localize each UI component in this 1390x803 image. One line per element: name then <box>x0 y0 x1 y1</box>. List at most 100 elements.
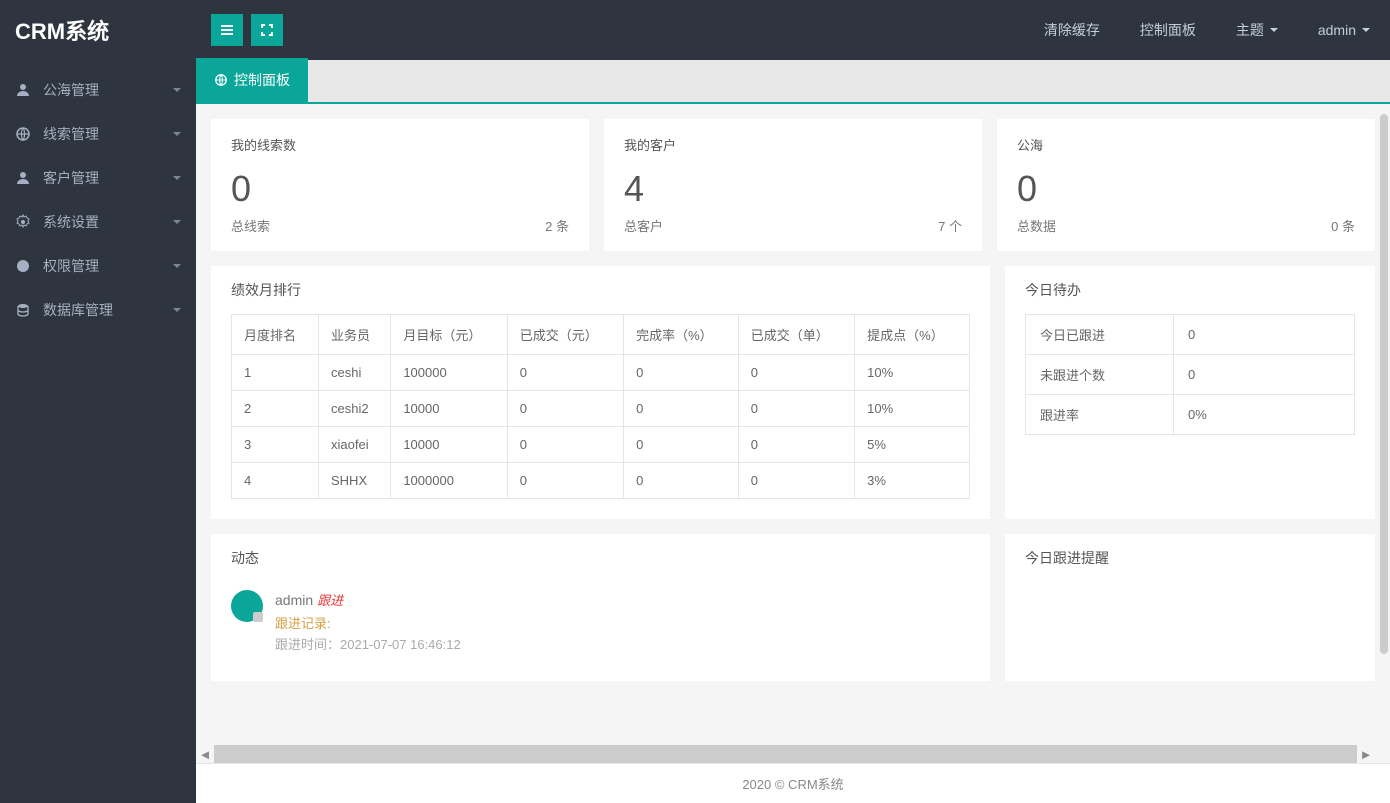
table-cell: 跟进率 <box>1026 395 1174 435</box>
sidebar-item-customers[interactable]: 客户管理 <box>0 156 196 200</box>
activity-time: 跟进时间：2021-07-07 16:46:12 <box>275 634 461 653</box>
caret-down-icon <box>1362 28 1370 32</box>
header: CRM系统 清除缓存 控制面板 主题 admin <box>0 0 1390 60</box>
chevron-down-icon <box>173 220 181 224</box>
table-cell: 0 <box>1174 315 1355 355</box>
database-icon <box>15 302 31 318</box>
table-header: 提成点（%） <box>855 315 970 355</box>
table-cell: 0 <box>738 463 854 499</box>
table-row: 2ceshi21000000010% <box>232 391 970 427</box>
table-header: 已成交（单） <box>738 315 854 355</box>
user-dropdown[interactable]: admin <box>1298 0 1390 60</box>
table-row: 未跟进个数0 <box>1026 355 1355 395</box>
card-title: 我的线索数 <box>231 135 569 154</box>
sidebar-item-permissions[interactable]: 权限管理 <box>0 244 196 288</box>
table-row: 跟进率0% <box>1026 395 1355 435</box>
clear-cache-link[interactable]: 清除缓存 <box>1024 0 1120 60</box>
control-panel-link[interactable]: 控制面板 <box>1120 0 1216 60</box>
stat-foot-label: 总客户 <box>624 216 663 235</box>
stat-foot-label: 总数据 <box>1017 216 1056 235</box>
table-cell: 0 <box>624 427 739 463</box>
avatar <box>231 590 263 622</box>
stat-value: 4 <box>624 168 962 210</box>
todo-table: 今日已跟进0未跟进个数0跟进率0% <box>1025 314 1355 435</box>
content-area: 我的线索数 0 总线索2 条 我的客户 4 总客户7 个 公海 0 总数据0 条 <box>196 104 1390 763</box>
gear-icon <box>15 214 31 230</box>
chevron-down-icon <box>173 132 181 136</box>
table-cell: 0 <box>1174 355 1355 395</box>
table-cell: 今日已跟进 <box>1026 315 1174 355</box>
stat-foot-label: 总线索 <box>231 216 270 235</box>
globe-icon <box>15 126 31 142</box>
scroll-left-icon[interactable]: ◄ <box>196 745 214 763</box>
bars-icon <box>219 22 235 38</box>
table-cell: 0 <box>507 427 623 463</box>
card-title: 公海 <box>1017 135 1355 154</box>
sidebar: 公海管理 线索管理 客户管理 系统设置 权限管理 数据库管理 <box>0 60 196 803</box>
stat-foot-value: 7 个 <box>938 216 962 235</box>
table-row: 3xiaofei100000005% <box>232 427 970 463</box>
globe-icon <box>214 73 228 87</box>
stat-value: 0 <box>1017 168 1355 210</box>
rank-table: 月度排名业务员月目标（元）已成交（元）完成率（%）已成交（单）提成点（%） 1c… <box>231 314 970 499</box>
table-cell: 100000 <box>391 355 507 391</box>
activity-action: 跟进 <box>317 593 343 608</box>
scroll-thumb[interactable] <box>1380 114 1388 654</box>
sidebar-item-settings[interactable]: 系统设置 <box>0 200 196 244</box>
table-header: 已成交（元） <box>507 315 623 355</box>
table-cell: 0 <box>624 391 739 427</box>
table-cell: 1000000 <box>391 463 507 499</box>
chevron-down-icon <box>173 176 181 180</box>
menu-toggle-button[interactable] <box>211 14 243 46</box>
stat-value: 0 <box>231 168 569 210</box>
table-cell: 0 <box>624 355 739 391</box>
table-header: 完成率（%） <box>624 315 739 355</box>
card-title: 我的客户 <box>624 135 962 154</box>
table-cell: ceshi <box>319 355 391 391</box>
logo: CRM系统 <box>0 14 196 46</box>
vertical-scrollbar[interactable] <box>1376 104 1390 763</box>
table-header: 月目标（元） <box>391 315 507 355</box>
table-header: 业务员 <box>319 315 391 355</box>
table-cell: 0 <box>624 463 739 499</box>
sidebar-item-database[interactable]: 数据库管理 <box>0 288 196 332</box>
rank-panel: 绩效月排行 月度排名业务员月目标（元）已成交（元）完成率（%）已成交（单）提成点… <box>211 266 990 519</box>
activity-item: admin 跟进 跟进记录: 跟进时间：2021-07-07 16:46:12 <box>231 582 970 661</box>
sidebar-item-leads[interactable]: 线索管理 <box>0 112 196 156</box>
table-cell: SHHX <box>319 463 391 499</box>
activity-record-label: 跟进记录: <box>275 613 461 632</box>
table-cell: 1 <box>232 355 319 391</box>
table-cell: 0 <box>507 355 623 391</box>
stat-card-customers: 我的客户 4 总客户 7 个 <box>604 119 982 251</box>
table-cell: 3 <box>232 427 319 463</box>
stat-card-leads: 我的线索数 0 总线索 2 条 <box>211 119 589 251</box>
panel-title: 今日跟进提醒 <box>1005 534 1375 582</box>
scroll-track[interactable] <box>214 745 1357 763</box>
table-cell: 0 <box>738 391 854 427</box>
sidebar-item-public-sea[interactable]: 公海管理 <box>0 68 196 112</box>
table-cell: 10% <box>855 391 970 427</box>
activity-user: admin <box>275 592 313 608</box>
table-row: 1ceshi10000000010% <box>232 355 970 391</box>
table-cell: 0% <box>1174 395 1355 435</box>
tabbar: 控制面板 <box>196 60 1390 104</box>
panel-title: 动态 <box>211 534 990 582</box>
table-row: 4SHHX10000000003% <box>232 463 970 499</box>
table-cell: 5% <box>855 427 970 463</box>
table-cell: 0 <box>738 355 854 391</box>
table-row: 今日已跟进0 <box>1026 315 1355 355</box>
fullscreen-button[interactable] <box>251 14 283 46</box>
chevron-down-icon <box>173 264 181 268</box>
table-cell: xiaofei <box>319 427 391 463</box>
person-icon <box>15 170 31 186</box>
footer: 2020 © CRM系统 <box>196 763 1390 803</box>
reminder-panel: 今日跟进提醒 <box>1005 534 1375 681</box>
scroll-right-icon[interactable]: ► <box>1357 745 1375 763</box>
table-cell: 0 <box>507 391 623 427</box>
activity-panel: 动态 admin 跟进 跟进记录: 跟进时间：2021-07-07 16:46:1… <box>211 534 990 681</box>
stat-foot-value: 2 条 <box>545 216 569 235</box>
theme-dropdown[interactable]: 主题 <box>1216 0 1298 60</box>
caret-down-icon <box>1270 28 1278 32</box>
tab-control-panel[interactable]: 控制面板 <box>196 58 308 102</box>
horizontal-scrollbar[interactable]: ◄ ► <box>196 745 1375 763</box>
